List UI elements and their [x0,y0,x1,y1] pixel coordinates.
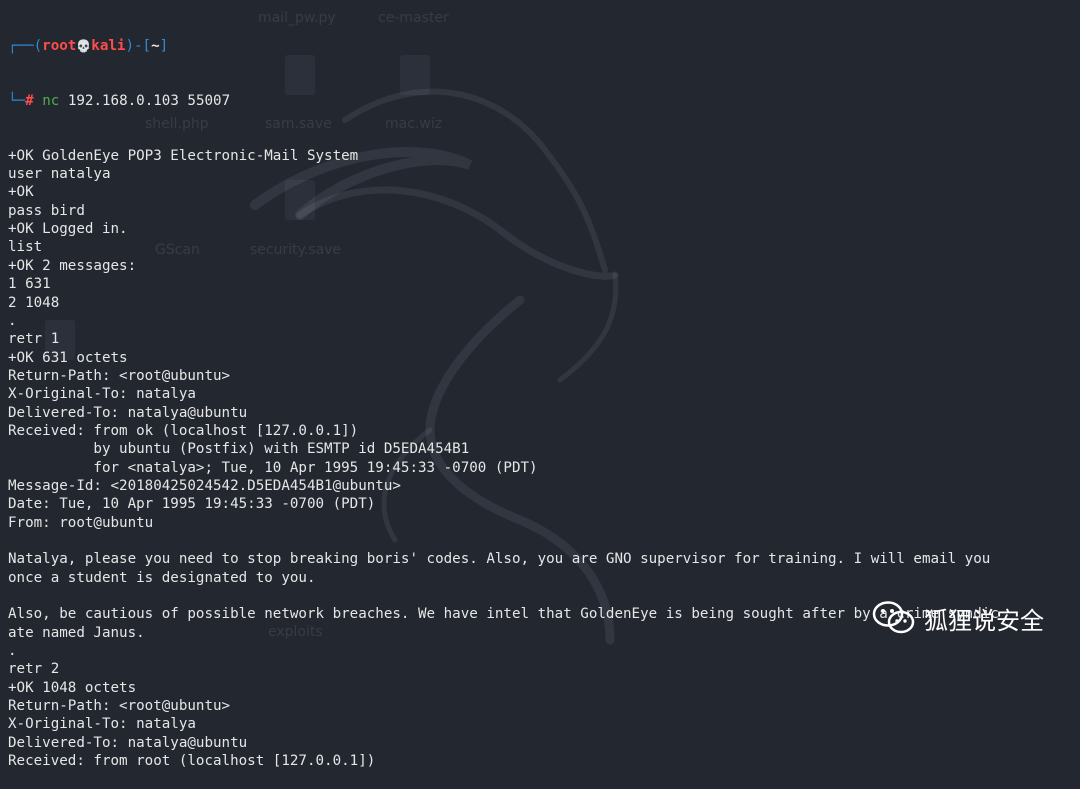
terminal-line: retr 1 [8,331,60,348]
terminal-line: Date: Tue, 10 Apr 1995 19:45:33 -0700 (P… [8,496,376,513]
prompt-user: root [42,37,77,54]
terminal-line: +OK 2 messages: [8,257,137,274]
command-args: 192.168.0.103 55007 [59,92,231,109]
terminal-line: Received: from ok (localhost [127.0.0.1]… [8,422,359,439]
terminal-line: Natalya, please you need to stop breakin… [8,551,991,568]
terminal-line: for <natalya>; Tue, 10 Apr 1995 19:45:33… [8,459,538,476]
terminal-line: Delivered-To: natalya@ubuntu [8,734,248,751]
prompt-open: ┌──( [8,37,43,54]
terminal-line: Delivered-To: natalya@ubuntu [8,404,248,421]
terminal-line: 1 631 [8,276,51,293]
watermark-text: 狐狸说安全 [924,606,1044,635]
terminal-line: user natalya [8,166,111,183]
terminal-line: +OK 1048 octets [8,679,137,696]
terminal-line: Return-Path: <root@ubuntu> [8,698,231,715]
command-name: nc [42,92,60,109]
prompt-mid: )-[ [125,37,152,54]
terminal-line: Message-Id: <20180425024542.D5EDA454B1@u… [8,477,401,494]
prompt-line-2: └─# nc 192.168.0.103 55007 [8,92,999,110]
terminal-line: +OK [8,184,34,201]
terminal-lines: +OK GoldenEye POP3 Electronic-Mail Syste… [8,147,999,771]
terminal-line: +OK GoldenEye POP3 Electronic-Mail Syste… [8,147,359,164]
terminal-line: . [8,312,17,329]
terminal-line: From: root@ubuntu [8,514,154,531]
terminal-line: list [8,239,43,256]
terminal-line: Return-Path: <root@ubuntu> [8,367,231,384]
terminal-line: Received: from root (localhost [127.0.0.… [8,753,376,770]
terminal-line: pass bird [8,202,85,219]
terminal-line: ate named Janus. [8,624,145,641]
terminal-line: retr 2 [8,661,60,678]
terminal-line: 2 1048 [8,294,60,311]
terminal-line: once a student is designated to you. [8,569,316,586]
prompt-close: ] [159,37,169,54]
terminal-line: Also, be cautious of possible network br… [8,606,999,623]
terminal-line: +OK Logged in. [8,221,128,238]
prompt-hash: # [25,92,34,109]
terminal-line: X-Original-To: natalya [8,386,196,403]
skull-icon: 💀 [76,38,92,53]
terminal-line: . [8,643,17,660]
prompt-host: kali [91,37,126,54]
terminal-line: by ubuntu (Postfix) with ESMTP id D5EDA4… [8,441,470,458]
wechat-icon [872,601,915,634]
terminal-line: X-Original-To: natalya [8,716,196,733]
prompt-cwd: ~ [151,37,160,54]
terminal-output[interactable]: ┌──(root💀kali)-[~] └─# nc 192.168.0.103 … [8,0,999,789]
terminal-line: +OK 631 octets [8,349,128,366]
prompt-corner: └─ [8,92,26,109]
prompt-line-1: ┌──(root💀kali)-[~] [8,37,999,55]
watermark: 狐狸说安全 [872,600,1044,636]
